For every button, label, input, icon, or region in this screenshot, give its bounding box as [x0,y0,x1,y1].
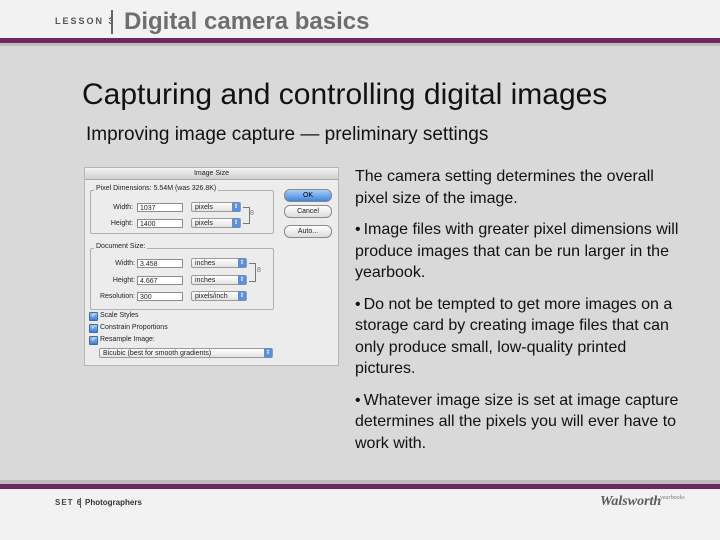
resample-image-label: Resample Image: [100,336,155,343]
link-bracket [243,207,250,224]
body-text: The camera setting determines the overal… [355,166,685,464]
walsworth-logo: Walsworth [600,494,662,509]
section-label: Photographers [85,498,142,507]
chain-link-icon: 8 [250,210,254,217]
doc-height-label: Height: [112,277,135,284]
width-label: Width: [113,204,133,211]
dialog-title: Image Size [85,168,338,180]
bullet-text: Whatever image size is set at image capt… [355,391,679,452]
auto-button[interactable]: Auto... [284,225,332,238]
walsworth-logo-sub: yearbooks [660,495,685,501]
scale-styles-checkbox[interactable]: ✓ [89,312,98,321]
cancel-button[interactable]: Cancel [284,205,332,218]
height-field[interactable]: 1400 [137,219,183,228]
resample-image-checkbox[interactable]: ✓ [89,336,98,345]
bullet-icon: • [355,221,361,238]
height-unit-select[interactable]: pixels ⇕ [191,218,241,228]
slide-subtitle: Improving image capture — preliminary se… [86,124,489,145]
bullet-item: • Do not be tempted to get more images on… [355,294,685,380]
document-size-label: Document Size: [94,243,148,250]
doc-height-unit-select[interactable]: inches ⇕ [191,275,247,285]
bullet-icon: • [355,295,361,313]
chain-link-icon: 8 [257,267,261,274]
doc-height-field[interactable]: 4.667 [137,276,183,285]
width-unit-select[interactable]: pixels ⇕ [191,202,241,212]
resample-method-select[interactable]: Bicubic (best for smooth gradients) ⇕ [99,348,273,358]
chevron-down-icon: ⇕ [264,348,272,358]
lesson-label: LESSON 3 [55,16,116,26]
chevron-down-icon: ⇕ [232,218,240,228]
resolution-label: Resolution: [99,293,135,300]
doc-link-bracket [249,263,256,282]
doc-width-label: Width: [115,260,135,267]
resample-method-label: Bicubic (best for smooth gradients) [103,350,212,357]
doc-height-unit-label: inches [195,277,216,284]
chevron-down-icon: ⇕ [232,202,240,212]
pixel-dimensions-label: Pixel Dimensions: 5.54M (was 326.8K) [94,185,219,192]
image-size-dialog: Image Size Pixel Dimensions: 5.54M (was … [84,167,339,366]
bullet-item: • Whatever image size is set at image cap… [355,390,685,455]
resolution-field[interactable]: 300 [137,292,183,301]
bullet-icon: • [355,391,361,409]
paragraph: The camera setting determines the overal… [355,168,654,207]
bullet-item: • Image files with greater pixel dimensio… [355,219,685,284]
constrain-proportions-label: Constrain Proportions [100,324,168,331]
footer-divider [80,498,81,508]
height-unit-label: pixels [195,220,213,227]
scale-styles-label: Scale Styles [100,312,139,319]
header-title: Digital camera basics [124,8,370,35]
width-unit-label: pixels [195,204,213,211]
resolution-unit-select[interactable]: pixels/inch ⇕ [191,291,247,301]
constrain-proportions-checkbox[interactable]: ✓ [89,324,98,333]
doc-width-field[interactable]: 3.458 [137,259,183,268]
chevron-down-icon: ⇕ [238,291,246,301]
width-field[interactable]: 1037 [137,203,183,212]
slide-title: Capturing and controlling digital images [82,78,608,111]
chevron-down-icon: ⇕ [238,258,246,268]
height-label: Height: [110,220,133,227]
ok-button[interactable]: OK [284,189,332,202]
doc-width-unit-label: inches [195,260,216,267]
set-label: SET 6 [55,498,83,507]
chevron-down-icon: ⇕ [238,275,246,285]
header-gray-bar [0,43,720,46]
bullet-text: Do not be tempted to get more images on … [355,295,673,378]
header-divider [111,10,113,34]
bullet-text: Image files with greater pixel dimension… [355,221,679,281]
doc-width-unit-select[interactable]: inches ⇕ [191,258,247,268]
resolution-unit-label: pixels/inch [195,293,228,300]
